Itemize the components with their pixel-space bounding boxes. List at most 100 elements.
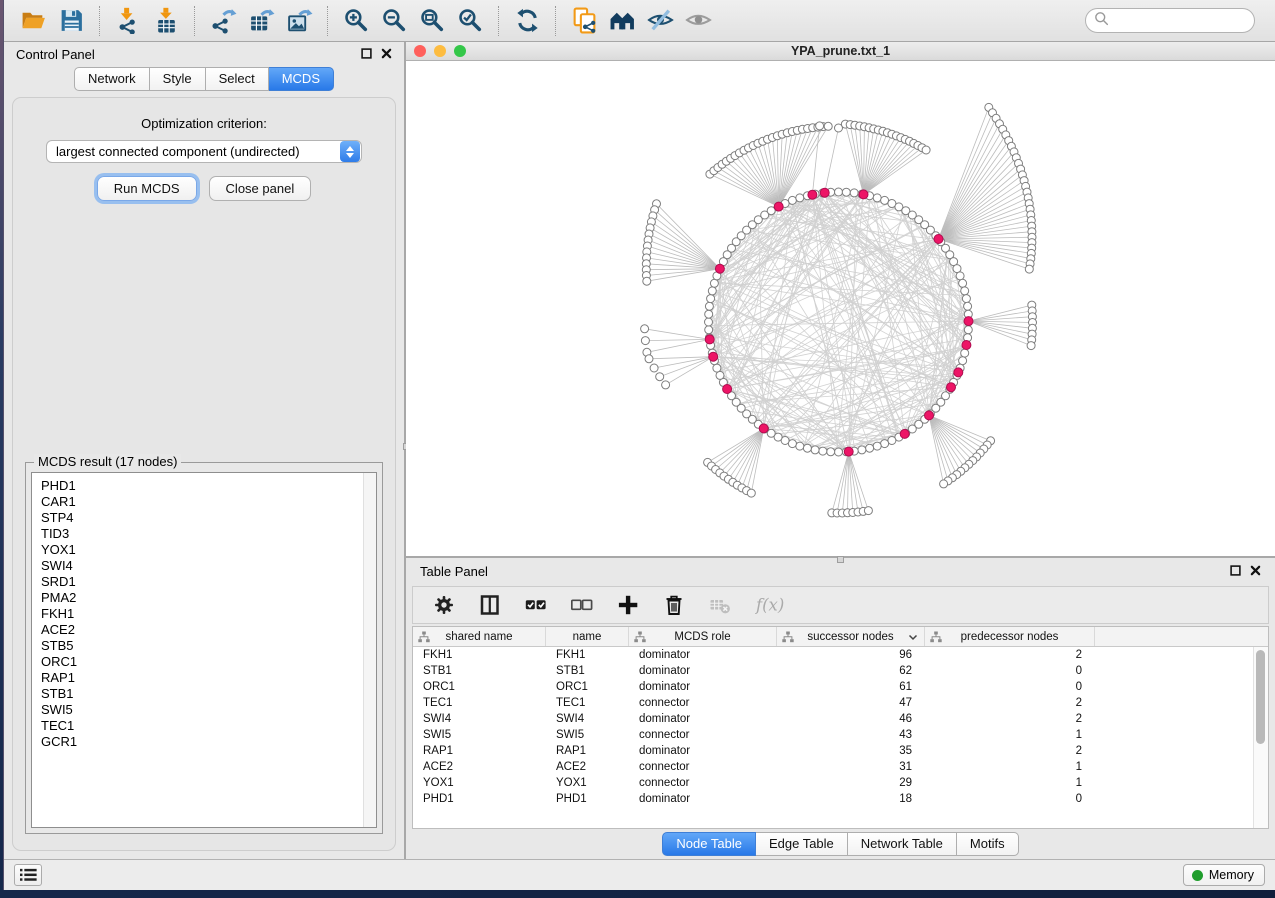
- svg-text:f(x): f(x): [755, 596, 784, 615]
- cell-MCDS-role: dominator: [629, 793, 777, 805]
- mcds-result-item[interactable]: CAR1: [41, 494, 376, 510]
- save-session-button[interactable]: [52, 4, 90, 38]
- float-panel-icon[interactable]: [361, 47, 372, 62]
- add-column-button[interactable]: [617, 594, 639, 616]
- mcds-result-item[interactable]: STB1: [41, 686, 376, 702]
- column-header-name[interactable]: name: [546, 627, 629, 646]
- table-row[interactable]: TEC1TEC1connector472: [413, 695, 1268, 711]
- mcds-result-title: MCDS result (17 nodes): [34, 454, 181, 469]
- mcds-result-item[interactable]: STB5: [41, 638, 376, 654]
- tab-select[interactable]: Select: [206, 67, 269, 91]
- network-canvas[interactable]: [406, 61, 1275, 556]
- zoom-selected-button[interactable]: [451, 4, 489, 38]
- zoom-in-button[interactable]: [337, 4, 375, 38]
- column-header-MCDS-role[interactable]: MCDS role: [629, 627, 777, 646]
- scrollbar-thumb[interactable]: [1256, 650, 1265, 744]
- table-row[interactable]: ORC1ORC1dominator610: [413, 679, 1268, 695]
- search-input[interactable]: [1114, 13, 1246, 29]
- first-neighbors-button[interactable]: [603, 4, 641, 38]
- horizontal-split-grip[interactable]: [837, 556, 844, 563]
- import-table-button[interactable]: [147, 4, 185, 38]
- deselect-all-rows-button[interactable]: [571, 594, 593, 616]
- select-all-rows-icon: [525, 594, 547, 616]
- search-field[interactable]: [1085, 8, 1255, 33]
- zoom-out-button[interactable]: [375, 4, 413, 38]
- mcds-result-item[interactable]: GCR1: [41, 734, 376, 750]
- mcds-result-list[interactable]: PHD1CAR1STP4TID3YOX1SWI4SRD1PMA2FKH1ACE2…: [31, 472, 377, 828]
- tab-network-table[interactable]: Network Table: [848, 832, 957, 856]
- save-session-icon: [58, 7, 85, 34]
- zoom-fit-button[interactable]: [413, 4, 451, 38]
- table-row[interactable]: STB1STB1dominator620: [413, 663, 1268, 679]
- tab-network[interactable]: Network: [74, 67, 150, 91]
- show-all-button[interactable]: [679, 4, 717, 38]
- optimization-criterion-label: Optimization criterion:: [19, 116, 389, 131]
- tab-node-table[interactable]: Node Table: [662, 832, 756, 856]
- mcds-result-item[interactable]: SRD1: [41, 574, 376, 590]
- column-header-shared-name[interactable]: shared name: [413, 627, 546, 646]
- import-network-button[interactable]: [109, 4, 147, 38]
- tab-motifs[interactable]: Motifs: [957, 832, 1019, 856]
- mcds-result-item[interactable]: SWI4: [41, 558, 376, 574]
- copy-network-button[interactable]: [565, 4, 603, 38]
- export-table-button[interactable]: [242, 4, 280, 38]
- network-graph[interactable]: [406, 61, 1275, 556]
- table-row[interactable]: RAP1RAP1dominator352: [413, 743, 1268, 759]
- mcds-result-item[interactable]: YOX1: [41, 542, 376, 558]
- open-file-button[interactable]: [14, 4, 52, 38]
- memory-button-label: Memory: [1209, 868, 1254, 882]
- mcds-result-item[interactable]: ACE2: [41, 622, 376, 638]
- settings-gear-button[interactable]: [433, 594, 455, 616]
- table-row[interactable]: YOX1YOX1connector291: [413, 775, 1268, 791]
- column-header-predecessor-nodes[interactable]: predecessor nodes: [925, 627, 1095, 646]
- mcds-result-item[interactable]: ORC1: [41, 654, 376, 670]
- task-history-button[interactable]: [14, 864, 42, 886]
- zoom-fit-icon: [419, 7, 446, 34]
- table-row[interactable]: SWI5SWI5connector431: [413, 727, 1268, 743]
- mcds-result-item[interactable]: RAP1: [41, 670, 376, 686]
- refresh-layout-button[interactable]: [508, 4, 546, 38]
- close-panel-icon[interactable]: [381, 47, 392, 62]
- export-network-button[interactable]: [204, 4, 242, 38]
- attribute-tree-icon: [782, 631, 794, 643]
- table-scrollbar[interactable]: [1253, 647, 1268, 828]
- mcds-result-item[interactable]: STP4: [41, 510, 376, 526]
- export-image-button[interactable]: [280, 4, 318, 38]
- show-columns-button[interactable]: [479, 594, 501, 616]
- column-header-successor-nodes[interactable]: successor nodes: [777, 627, 925, 646]
- column-label: predecessor nodes: [961, 631, 1059, 643]
- cell-shared-name: ACE2: [413, 761, 546, 773]
- criterion-select[interactable]: largest connected component (undirected): [46, 140, 362, 163]
- deselect-all-rows-icon: [571, 594, 593, 616]
- tab-mcds[interactable]: MCDS: [269, 67, 334, 91]
- run-mcds-button[interactable]: Run MCDS: [97, 176, 197, 201]
- first-neighbors-icon: [609, 7, 636, 34]
- mcds-result-item[interactable]: PHD1: [41, 478, 376, 494]
- network-window-titlebar[interactable]: YPA_prune.txt_1: [406, 42, 1275, 61]
- table-row[interactable]: PHD1PHD1dominator180: [413, 791, 1268, 807]
- cell-MCDS-role: connector: [629, 697, 777, 709]
- memory-button[interactable]: Memory: [1183, 864, 1265, 886]
- table-row[interactable]: ACE2ACE2connector311: [413, 759, 1268, 775]
- cell-predecessor-nodes: 0: [925, 681, 1095, 693]
- mcds-result-item[interactable]: SWI5: [41, 702, 376, 718]
- delete-column-button[interactable]: [663, 594, 685, 616]
- hide-selected-button[interactable]: [641, 4, 679, 38]
- select-all-rows-button[interactable]: [525, 594, 547, 616]
- table-row[interactable]: FKH1FKH1dominator962: [413, 647, 1268, 663]
- float-panel-icon[interactable]: [1230, 564, 1241, 579]
- mcds-result-item[interactable]: PMA2: [41, 590, 376, 606]
- tab-edge-table[interactable]: Edge Table: [756, 832, 848, 856]
- mcds-result-scrollbar[interactable]: [363, 473, 376, 827]
- cell-MCDS-role: dominator: [629, 649, 777, 661]
- mcds-result-item[interactable]: TEC1: [41, 718, 376, 734]
- close-panel-button[interactable]: Close panel: [209, 176, 312, 201]
- tab-style[interactable]: Style: [150, 67, 206, 91]
- cell-MCDS-role: connector: [629, 729, 777, 741]
- cell-name: YOX1: [546, 777, 629, 789]
- close-panel-icon[interactable]: [1250, 564, 1261, 579]
- mcds-result-item[interactable]: TID3: [41, 526, 376, 542]
- mcds-result-item[interactable]: FKH1: [41, 606, 376, 622]
- delete-table-icon: [709, 594, 731, 616]
- table-row[interactable]: SWI4SWI4dominator462: [413, 711, 1268, 727]
